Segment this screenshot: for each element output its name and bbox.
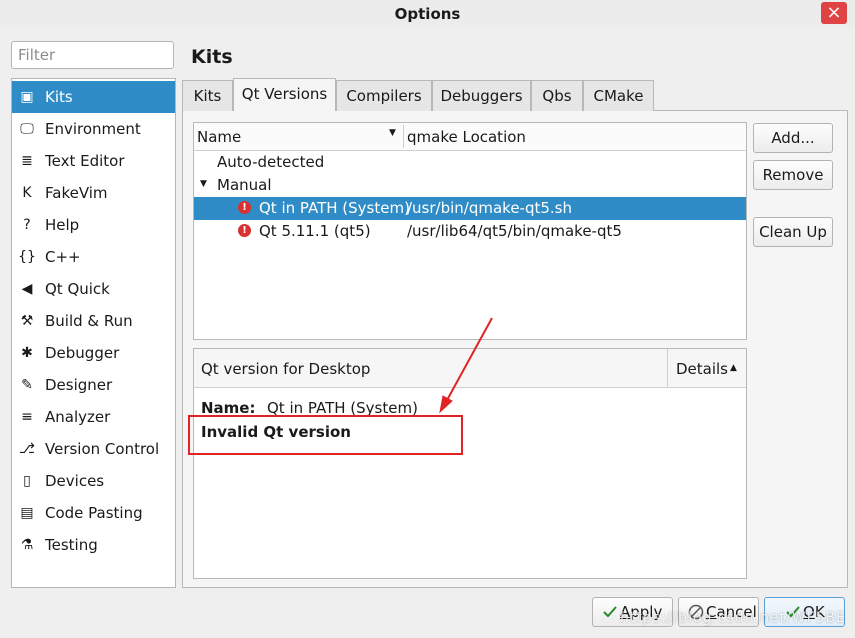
- add-button[interactable]: Add...: [753, 123, 833, 153]
- sidebar-item-label: Version Control: [45, 440, 160, 458]
- tree-row-name: Manual: [217, 176, 272, 194]
- tree-row-name: Qt 5.11.1 (qt5): [259, 222, 371, 240]
- sidebar-item-fakevim[interactable]: K FakeVim: [12, 177, 175, 209]
- devices-icon: ▯: [23, 473, 31, 489]
- category-sidebar: ▣ Kits 🖵 Environment ≣ Text Editor K FakeVim? He…: [11, 78, 176, 588]
- qt-quick-icon: ◀: [21, 281, 33, 297]
- tab-compilers[interactable]: Compilers: [336, 80, 432, 111]
- page-title: Kits: [191, 46, 233, 68]
- tab-qbs[interactable]: Qbs: [531, 80, 583, 111]
- tree-row-location: /usr/lib64/qt5/bin/qmake-qt5: [407, 222, 622, 240]
- sidebar-item-qt-quick[interactable]: ◀ Qt Quick: [12, 273, 175, 305]
- sidebar-item-code-pasting[interactable]: ▤ Code Pasting: [12, 497, 175, 529]
- sidebar-item-kits[interactable]: ▣ Kits: [12, 81, 175, 113]
- sidebar-item-text-editor[interactable]: ≣ Text Editor: [12, 145, 175, 177]
- analyzer-icon: ≡: [21, 409, 33, 425]
- sidebar-item-testing[interactable]: ⚗ Testing: [12, 529, 175, 561]
- details-header: Qt version for Desktop Details ▲: [194, 349, 746, 388]
- sidebar-item-c[interactable]: {} C++: [12, 241, 175, 273]
- window-title: Options: [394, 5, 461, 23]
- close-icon[interactable]: ×: [821, 2, 847, 24]
- column-header-name[interactable]: Name: [197, 128, 241, 146]
- monitor-icon: 🖵: [20, 121, 34, 137]
- sidebar-item-help[interactable]: ? Help: [12, 209, 175, 241]
- sidebar-item-analyzer[interactable]: ≡ Analyzer: [12, 401, 175, 433]
- braces-icon: {}: [18, 249, 36, 265]
- tree-row[interactable]: Auto-detected: [194, 151, 746, 174]
- sidebar-item-devices[interactable]: ▯ Devices: [12, 465, 175, 497]
- pencil-icon: ✎: [21, 377, 33, 393]
- sidebar-item-label: C++: [45, 248, 81, 266]
- expand-arrow-icon[interactable]: ▼: [200, 179, 207, 189]
- text-editor-icon: ≣: [21, 153, 33, 169]
- details-toggle-label: Details: [676, 360, 729, 378]
- sidebar-item-label: Analyzer: [45, 408, 111, 426]
- flask-icon: ⚗: [20, 537, 34, 553]
- version-control-icon: ⎇: [18, 441, 36, 457]
- sidebar-item-label: Code Pasting: [45, 504, 143, 522]
- column-header-qmake-location[interactable]: qmake Location: [407, 128, 526, 146]
- sidebar-item-label: Debugger: [45, 344, 120, 362]
- tree-row[interactable]: ! Qt 5.11.1 (qt5) /usr/lib64/qt5/bin/qmake…: [194, 220, 746, 243]
- tab-kits[interactable]: Kits: [182, 80, 233, 111]
- tree-header: Name ▼ qmake Location: [194, 123, 746, 151]
- remove-button[interactable]: Remove: [753, 160, 833, 190]
- sidebar-item-label: Help: [45, 216, 80, 234]
- sidebar-item-label: Devices: [45, 472, 105, 490]
- sort-indicator-icon: ▼: [389, 128, 396, 138]
- sidebar-item-build-run[interactable]: ⚒ Build & Run: [12, 305, 175, 337]
- sidebar-item-label: Kits: [45, 88, 73, 106]
- title-bar: Options ×: [0, 0, 855, 28]
- sidebar-item-environment[interactable]: 🖵 Environment: [12, 113, 175, 145]
- bug-icon: ✱: [21, 345, 33, 361]
- sidebar-item-designer[interactable]: ✎ Designer: [12, 369, 175, 401]
- tree-row-name: Qt in PATH (System): [259, 199, 410, 217]
- checkmark-icon: [603, 606, 617, 618]
- sidebar-item-label: Testing: [45, 536, 98, 554]
- sidebar-item-version-control[interactable]: ⎇ Version Control: [12, 433, 175, 465]
- error-icon: !: [238, 201, 251, 214]
- error-icon: !: [238, 224, 251, 237]
- caret-up-icon: ▲: [730, 363, 737, 373]
- sidebar-item-label: Build & Run: [45, 312, 133, 330]
- clipboard-icon: ▤: [20, 505, 34, 521]
- filter-input[interactable]: [11, 41, 174, 69]
- annotation-highlight-box: [188, 415, 463, 455]
- tree-row-location: /usr/bin/qmake-qt5.sh: [407, 199, 572, 217]
- hammer-icon: ⚒: [20, 313, 34, 329]
- tab-cmake[interactable]: CMake: [583, 80, 654, 111]
- tree-row[interactable]: ! Qt in PATH (System)/usr/bin/qmake-qt5.s…: [194, 197, 746, 220]
- kits-icon: ▣: [20, 89, 34, 105]
- sidebar-item-label: Designer: [45, 376, 113, 394]
- tree-row[interactable]: ▼ Manual: [194, 174, 746, 197]
- sidebar-item-debugger[interactable]: ✱ Debugger: [12, 337, 175, 369]
- column-separator[interactable]: [403, 125, 404, 148]
- sidebar-item-label: Environment: [45, 120, 141, 138]
- details-title: Qt version for Desktop: [201, 360, 371, 378]
- sidebar-item-label: Qt Quick: [45, 280, 110, 298]
- fakevim-icon: K: [22, 185, 32, 201]
- tab-debuggers[interactable]: Debuggers: [432, 80, 531, 111]
- details-toggle-button[interactable]: Details ▲: [667, 349, 746, 387]
- qt-versions-tree[interactable]: Name ▼ qmake Location Auto-detected ▼ Manu…: [193, 122, 747, 340]
- sidebar-item-label: FakeVim: [45, 184, 108, 202]
- clean-up-button[interactable]: Clean Up: [753, 217, 833, 247]
- version-details-panel: Qt version for Desktop Details ▲ Name: Q…: [193, 348, 747, 579]
- watermark: https://blog.csdn.net/WF5BE: [620, 610, 847, 626]
- tree-row-name: Auto-detected: [217, 153, 325, 171]
- help-icon: ?: [23, 217, 31, 233]
- tab-qt-versions[interactable]: Qt Versions: [233, 78, 336, 111]
- sidebar-item-label: Text Editor: [45, 152, 125, 170]
